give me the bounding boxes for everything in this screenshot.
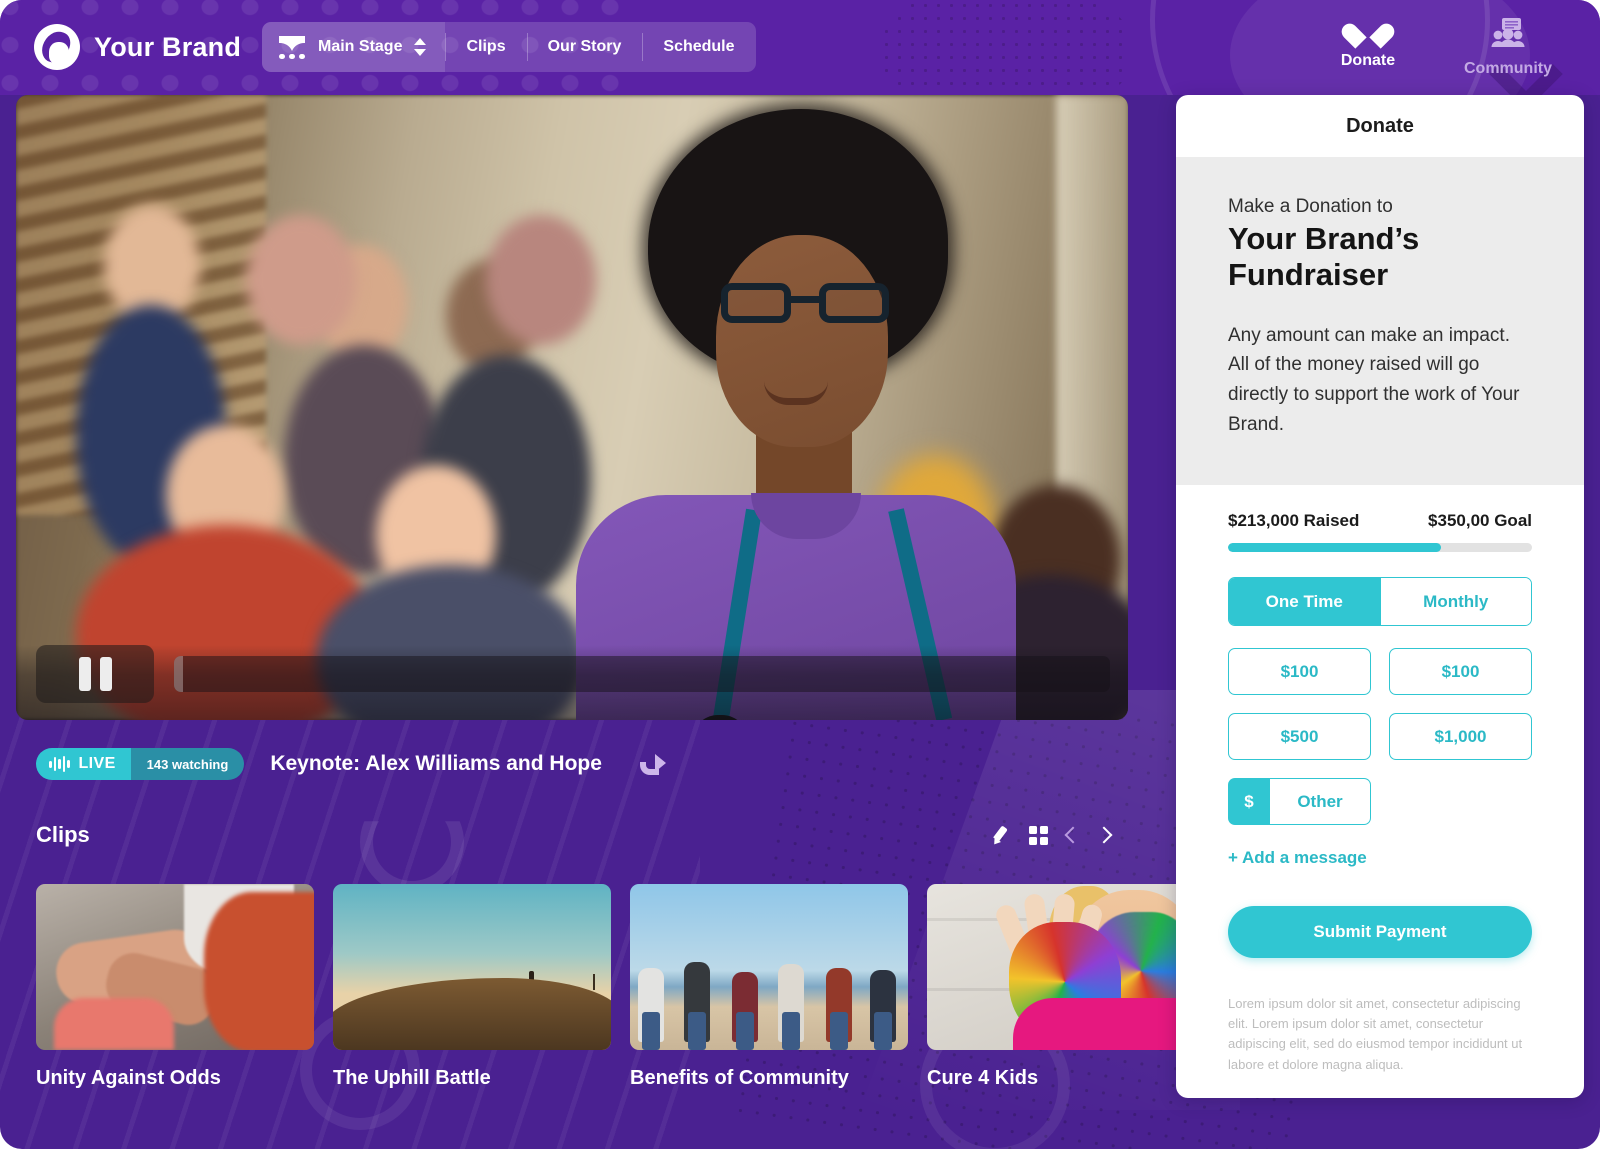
live-status-bar: LIVE 143 watching Keynote: Alex Williams… bbox=[36, 748, 666, 780]
amount-raised: $213,000 Raised bbox=[1228, 511, 1360, 531]
fundraiser-progress-labels: $213,000 Raised $350,00 Goal bbox=[1228, 511, 1532, 531]
brand-name: Your Brand bbox=[94, 31, 242, 62]
donate-eyebrow: Make a Donation to bbox=[1228, 196, 1393, 217]
donate-description: Any amount can make an impact. All of th… bbox=[1228, 324, 1520, 435]
header-action-donate[interactable]: Donate bbox=[1318, 18, 1418, 70]
amount-button[interactable]: $100 bbox=[1389, 648, 1532, 696]
donate-fineprint: Lorem ipsum dolor sit amet, consectetur … bbox=[1228, 996, 1523, 1072]
nav-stage-label: Main Stage bbox=[318, 38, 403, 55]
clips-carousel: Unity Against Odds The Uphill Battle Ben… bbox=[36, 884, 1205, 1090]
video-progress-fill bbox=[174, 656, 184, 692]
stream-title: Keynote: Alex Williams and Hope bbox=[270, 752, 602, 775]
other-amount-field[interactable]: $ Other bbox=[1228, 778, 1371, 826]
clip-card[interactable]: Benefits of Community bbox=[630, 884, 908, 1090]
header-action-label: Community bbox=[1464, 60, 1552, 77]
community-people-icon bbox=[1491, 18, 1525, 53]
clip-card[interactable]: Cure 4 Kids bbox=[927, 884, 1205, 1090]
header-actions: Donate Community bbox=[1318, 18, 1558, 78]
other-amount-input[interactable]: Other bbox=[1270, 778, 1371, 826]
speaker-glasses bbox=[721, 283, 889, 325]
nav-item-schedule[interactable]: Schedule bbox=[642, 22, 755, 72]
clip-title: The Uphill Battle bbox=[333, 1067, 491, 1089]
clips-section-title: Clips bbox=[36, 822, 90, 847]
audience-blob bbox=[486, 215, 596, 345]
currency-symbol: $ bbox=[1228, 778, 1270, 826]
header-action-community[interactable]: Community bbox=[1458, 18, 1558, 78]
donation-amount-grid: $100 $100 $500 $1,000 bbox=[1228, 648, 1532, 761]
amount-button[interactable]: $100 bbox=[1228, 648, 1371, 696]
video-progress-bar[interactable] bbox=[174, 656, 1110, 692]
header-action-label: Donate bbox=[1340, 52, 1396, 69]
clip-thumbnail bbox=[927, 884, 1205, 1050]
app-header: Your Brand Main Stage Clips Our Story Sc… bbox=[0, 0, 1600, 95]
up-down-chevron-icon bbox=[414, 37, 427, 57]
donation-frequency-toggle: One Time Monthly bbox=[1228, 577, 1532, 627]
frequency-monthly-button[interactable]: Monthly bbox=[1379, 578, 1531, 626]
header-fine-dot-pattern bbox=[880, 0, 1130, 95]
live-indicator: LIVE bbox=[36, 748, 131, 780]
clip-title: Cure 4 Kids bbox=[927, 1067, 1039, 1089]
amount-button[interactable]: $500 bbox=[1228, 713, 1371, 761]
donate-panel: Donate Make a Donation to Your Brand’s F… bbox=[1176, 95, 1584, 1098]
audience-blob bbox=[246, 215, 356, 345]
add-message-link[interactable]: + Add a message bbox=[1228, 848, 1532, 868]
pause-icon[interactable] bbox=[36, 645, 154, 703]
video-player[interactable] bbox=[16, 95, 1128, 720]
live-badge: LIVE 143 watching bbox=[36, 748, 245, 780]
heart-icon bbox=[1353, 18, 1383, 45]
clip-thumbnail bbox=[36, 884, 314, 1050]
globe-logo-icon bbox=[34, 24, 80, 70]
pencil-edit-icon[interactable] bbox=[990, 825, 1010, 845]
nav-item-label: Schedule bbox=[663, 38, 735, 55]
donate-form: $213,000 Raised $350,00 Goal One Time Mo… bbox=[1176, 485, 1584, 1075]
chevron-right-icon[interactable] bbox=[1095, 826, 1113, 844]
donate-intro: Make a Donation to Your Brand’s Fundrais… bbox=[1176, 157, 1584, 486]
player-controls bbox=[16, 645, 1128, 720]
nav-item-label: Clips bbox=[466, 38, 506, 55]
amount-button[interactable]: $1,000 bbox=[1389, 713, 1532, 761]
clip-title: Benefits of Community bbox=[630, 1067, 849, 1089]
clip-thumbnail bbox=[333, 884, 611, 1050]
nav-item-label: Our Story bbox=[547, 38, 622, 55]
frequency-one-time-button[interactable]: One Time bbox=[1229, 578, 1380, 626]
speaker-face bbox=[716, 235, 888, 447]
brand[interactable]: Your Brand bbox=[34, 24, 241, 70]
grid-layout-icon[interactable] bbox=[1029, 825, 1048, 845]
donate-panel-title: Donate bbox=[1346, 114, 1414, 137]
video-frame bbox=[16, 95, 1128, 720]
clip-card[interactable]: The Uphill Battle bbox=[333, 884, 611, 1090]
nav-stage-selector[interactable]: Main Stage bbox=[262, 22, 446, 72]
stage-icon bbox=[278, 34, 306, 60]
fundraiser-progress-bar bbox=[1228, 543, 1532, 553]
clips-toolbar bbox=[990, 825, 1113, 845]
watching-count: 143 watching bbox=[130, 748, 245, 780]
nav-item-our-story[interactable]: Our Story bbox=[526, 22, 643, 72]
clip-thumbnail bbox=[630, 884, 908, 1050]
submit-payment-button[interactable]: Submit Payment bbox=[1228, 906, 1532, 959]
clips-header: Clips bbox=[36, 822, 1113, 848]
donate-heading: Your Brand’s Fundraiser bbox=[1228, 220, 1420, 292]
nav-item-clips[interactable]: Clips bbox=[445, 22, 526, 72]
fundraiser-progress-fill bbox=[1228, 543, 1441, 553]
audio-wave-icon bbox=[49, 756, 70, 772]
chevron-left-icon[interactable] bbox=[1064, 826, 1082, 844]
amount-goal: $350,00 Goal bbox=[1428, 511, 1532, 531]
clip-card[interactable]: Unity Against Odds bbox=[36, 884, 314, 1090]
live-label: LIVE bbox=[78, 755, 116, 772]
clip-title: Unity Against Odds bbox=[36, 1067, 221, 1089]
share-icon[interactable] bbox=[639, 752, 666, 776]
app-root: Your Brand Main Stage Clips Our Story Sc… bbox=[0, 0, 1600, 1149]
main-nav: Main Stage Clips Our Story Schedule bbox=[262, 22, 756, 72]
